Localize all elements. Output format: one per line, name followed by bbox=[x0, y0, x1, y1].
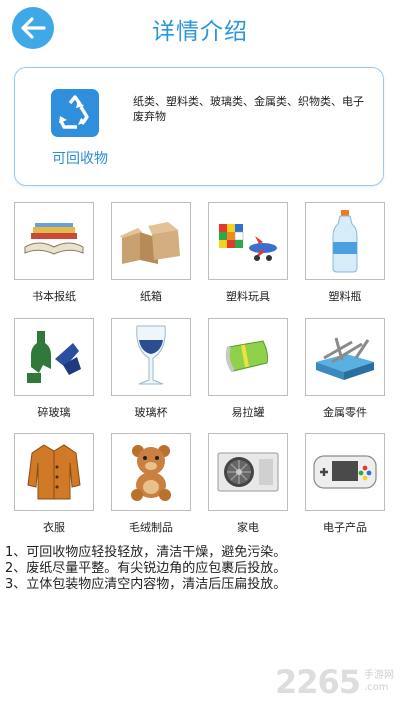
item-electronics[interactable]: 电子产品 bbox=[305, 433, 387, 535]
category-description: 纸类、塑料类、玻璃类、金属类、织物类、电子废弃物 bbox=[133, 95, 364, 123]
item-label: 纸箱 bbox=[140, 290, 162, 303]
item-label: 易拉罐 bbox=[231, 406, 265, 419]
broken-glass-image bbox=[14, 318, 94, 396]
plush-toy-image bbox=[111, 433, 191, 511]
metal-parts-image bbox=[305, 318, 385, 396]
item-plastic-bottle[interactable]: 塑料瓶 bbox=[305, 202, 387, 304]
item-label: 碎玻璃 bbox=[37, 406, 71, 419]
watermark-number: 2265 bbox=[274, 663, 361, 701]
appliance-image bbox=[208, 433, 288, 511]
header-bar: 详情介绍 bbox=[0, 0, 400, 56]
books-newspaper-image bbox=[14, 202, 94, 280]
item-label: 家电 bbox=[237, 521, 259, 534]
item-broken-glass[interactable]: 碎玻璃 bbox=[14, 318, 96, 420]
item-plush-toy[interactable]: 毛绒制品 bbox=[111, 433, 193, 535]
tip-item: 3、立体包装物应清空内容物，清洁后压扁投放。 bbox=[5, 577, 287, 592]
can-image bbox=[208, 318, 288, 396]
item-label: 衣服 bbox=[43, 521, 65, 534]
item-label: 塑料瓶 bbox=[328, 290, 362, 303]
watermark-domain: .com bbox=[364, 682, 389, 693]
item-plastic-toys[interactable]: 塑料玩具 bbox=[208, 202, 290, 304]
item-metal-parts[interactable]: 金属零件 bbox=[305, 318, 387, 420]
item-label: 塑料玩具 bbox=[226, 290, 270, 303]
cardboard-boxes-image bbox=[111, 202, 191, 280]
item-label: 电子产品 bbox=[323, 521, 367, 534]
tips-list: 1、可回收物应轻投轻放，清洁干燥，避免污染。 2、废纸尽量平整。有尖锐边角的应包… bbox=[5, 545, 395, 593]
item-appliance[interactable]: 家电 bbox=[208, 433, 290, 535]
plastic-toys-image bbox=[208, 202, 288, 280]
page-title: 详情介绍 bbox=[152, 19, 248, 45]
electronics-image bbox=[305, 433, 385, 511]
item-label: 金属零件 bbox=[323, 406, 367, 419]
item-clothes[interactable]: 衣服 bbox=[14, 433, 96, 535]
tip-item: 1、可回收物应轻投轻放，清洁干燥，避免污染。 bbox=[5, 545, 287, 560]
item-cardboard-box[interactable]: 纸箱 bbox=[111, 202, 193, 304]
wine-glass-image bbox=[111, 318, 191, 396]
item-label: 玻璃杯 bbox=[134, 406, 168, 419]
item-label: 书本报纸 bbox=[32, 290, 76, 303]
tip-item: 2、废纸尽量平整。有尖锐边角的应包裹后投放。 bbox=[5, 561, 287, 576]
watermark-logo: 2265 手游网 .com bbox=[275, 662, 394, 702]
recycle-icon bbox=[51, 89, 99, 137]
clothes-image bbox=[14, 433, 94, 511]
category-card: 可回收物 纸类、塑料类、玻璃类、金属类、织物类、电子废弃物 bbox=[14, 67, 384, 186]
watermark-site: 手游网 bbox=[364, 670, 394, 681]
item-label: 毛绒制品 bbox=[129, 521, 173, 534]
item-books-newspaper[interactable]: 书本报纸 bbox=[14, 202, 96, 304]
item-wine-glass[interactable]: 玻璃杯 bbox=[111, 318, 193, 420]
plastic-bottle-image bbox=[305, 202, 385, 280]
item-can[interactable]: 易拉罐 bbox=[208, 318, 290, 420]
category-label: 可回收物 bbox=[52, 151, 108, 167]
